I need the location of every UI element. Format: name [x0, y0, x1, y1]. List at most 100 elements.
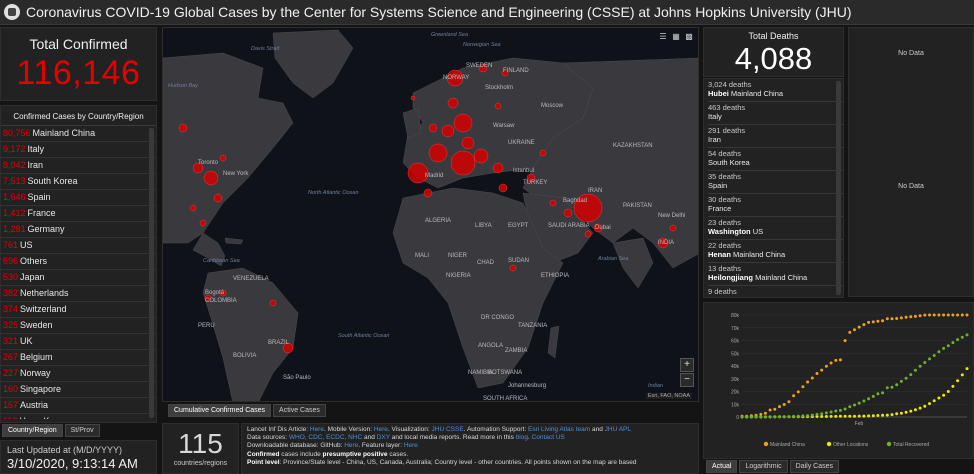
- chart-y-tick-label: 60k: [731, 339, 740, 345]
- country-list-item[interactable]: 382 Netherlands: [1, 286, 156, 302]
- info-text: . Visualization:: [387, 426, 432, 433]
- info-bold: Confirmed: [247, 450, 280, 458]
- country-list-item[interactable]: 696 Others: [1, 254, 156, 270]
- deaths-list-item[interactable]: 35 deaths Spain: [708, 171, 843, 194]
- map-attribution: Esri, FAO, NOAA: [645, 393, 692, 399]
- lancet-link[interactable]: Here: [310, 426, 324, 433]
- death-place-region: Iran: [708, 134, 721, 144]
- country-list-item[interactable]: 267 Belgium: [1, 350, 156, 366]
- deaths-list-item[interactable]: 30 deaths France: [708, 194, 843, 217]
- mobile-link[interactable]: Here: [374, 426, 388, 433]
- tab-daily-cases[interactable]: Daily Cases: [789, 460, 840, 473]
- chart-point-total-recovered: [759, 415, 763, 419]
- basemap-grid-icon[interactable]: ▩: [684, 32, 694, 42]
- zoom-out-button[interactable]: −: [680, 373, 694, 387]
- chart-legend-marker: [763, 441, 769, 447]
- country-list-panel: Confirmed Cases by Country/Region 80,756…: [0, 105, 157, 423]
- last-updated-value: 3/10/2020, 9:13:14 AM: [7, 456, 138, 471]
- chart-point-mainland-china: [932, 313, 936, 317]
- deaths-list-item[interactable]: 13 deaths Heilongjiang Mainland China: [708, 263, 843, 286]
- chart-legend-marker: [886, 441, 892, 447]
- tab-active-cases[interactable]: Active Cases: [273, 404, 326, 417]
- deaths-list-item[interactable]: 23 deaths Washington US: [708, 217, 843, 240]
- chart-y-tick-label: 10k: [731, 402, 740, 408]
- country-list-item[interactable]: 321 UK: [1, 334, 156, 350]
- country-list-item[interactable]: 374 Switzerland: [1, 302, 156, 318]
- info-bold: Point level: [247, 458, 280, 466]
- country-name: US: [20, 240, 33, 250]
- tab-cumulative-confirmed[interactable]: Cumulative Confirmed Cases: [168, 404, 272, 417]
- chart-point-total-recovered: [787, 415, 791, 419]
- country-list-item[interactable]: 80,756 Mainland China: [1, 126, 156, 142]
- deaths-list-panel: 3,024 deaths Hubei Mainland China 463 deat…: [703, 78, 844, 309]
- chart-point-total-recovered: [932, 354, 936, 357]
- world-map[interactable]: Greenland Sea Norwegian Sea Davis Strait Hu…: [162, 27, 699, 402]
- contact-link[interactable]: Contact US: [532, 434, 565, 441]
- country-count: 8,042: [3, 160, 26, 170]
- country-list-item[interactable]: 530 Japan: [1, 270, 156, 286]
- info-text: Data sources:: [247, 434, 289, 442]
- chart-point-mainland-china: [843, 339, 847, 343]
- list-icon[interactable]: ☰: [658, 32, 668, 42]
- tab-state-province[interactable]: St/Prov: [64, 424, 100, 437]
- deaths-list-item[interactable]: 3,024 deaths Hubei Mainland China: [708, 79, 843, 102]
- country-list-item[interactable]: 1,412 France: [1, 206, 156, 222]
- jhu-apl-link[interactable]: JHU APL: [605, 426, 631, 433]
- jhu-csse-link[interactable]: JHU CSSE: [432, 426, 464, 433]
- country-list-item[interactable]: 8,042 Iran: [1, 158, 156, 174]
- chart-point-other-locations: [824, 415, 828, 418]
- country-list-item[interactable]: 157 Austria: [1, 398, 156, 414]
- chart-point-total-recovered: [754, 415, 758, 419]
- chart-point-mainland-china: [881, 319, 885, 323]
- chart-point-other-locations: [946, 390, 950, 393]
- deaths-list-scrollbar[interactable]: [836, 81, 841, 295]
- chart-point-total-recovered: [749, 415, 753, 419]
- country-list-item[interactable]: 227 Norway: [1, 366, 156, 382]
- map-label-new-delhi: New Delhi: [658, 213, 686, 219]
- map-label-sudan: SUDAN: [508, 258, 530, 264]
- chart-point-other-locations: [867, 414, 871, 418]
- info-line-2: Data sources: WHO, CDC, ECDC, NHC and DX…: [247, 434, 693, 442]
- deaths-list-item[interactable]: 463 deaths Italy: [708, 102, 843, 125]
- info-line-4: Confirmed cases include presumptive posi…: [247, 451, 693, 459]
- country-list-item[interactable]: 325 Sweden: [1, 318, 156, 334]
- deaths-list-item[interactable]: 291 deaths Iran: [708, 125, 843, 148]
- deaths-list-item[interactable]: 22 deaths Henan Mainland China: [708, 240, 843, 263]
- chart-point-total-recovered: [763, 415, 767, 419]
- chart-point-mainland-china: [768, 408, 772, 412]
- tab-logarithmic[interactable]: Logarithmic: [739, 460, 788, 473]
- country-list-item[interactable]: 7,513 South Korea: [1, 174, 156, 190]
- country-count: 7,513: [3, 176, 26, 186]
- feature-layer-link[interactable]: Here: [404, 442, 418, 449]
- chart-point-total-recovered: [853, 403, 856, 407]
- data-sources-link[interactable]: WHO, CDC, ECDC, NHC: [289, 434, 362, 441]
- country-list-scrollbar[interactable]: [149, 128, 154, 418]
- tab-actual[interactable]: Actual: [706, 460, 738, 473]
- deaths-list-item[interactable]: 54 deaths South Korea: [708, 148, 843, 171]
- layers-icon[interactable]: ▦: [671, 32, 681, 42]
- map-label-peru: PERU: [198, 323, 215, 329]
- chart-point-other-locations: [918, 406, 922, 410]
- chart-point-mainland-china: [815, 372, 819, 375]
- country-name: UK: [20, 336, 33, 346]
- country-list-item[interactable]: 9,172 Italy: [1, 142, 156, 158]
- map-controls: ☰ ▦ ▩: [655, 32, 694, 42]
- country-name: Mainland China: [32, 128, 96, 138]
- chart-point-mainland-china: [778, 405, 781, 409]
- zoom-in-button[interactable]: +: [680, 358, 694, 372]
- country-list-item[interactable]: 160 Singapore: [1, 382, 156, 398]
- country-list-item[interactable]: 1,281 Germany: [1, 222, 156, 238]
- chart-point-total-recovered: [857, 401, 861, 405]
- chart-point-mainland-china: [848, 330, 852, 334]
- country-list-item[interactable]: 1,646 Spain: [1, 190, 156, 206]
- dxy-link[interactable]: DXY: [377, 434, 390, 441]
- country-count-value: 115: [178, 428, 223, 459]
- esri-link[interactable]: Esri Living Atlas team: [528, 426, 590, 433]
- country-list-item[interactable]: 118Hong Kong: [1, 414, 156, 419]
- chart-point-total-recovered: [843, 407, 847, 411]
- info-text: and: [362, 434, 377, 442]
- github-link[interactable]: Here: [344, 442, 358, 449]
- blog-link[interactable]: blog: [516, 434, 528, 441]
- tab-country-region[interactable]: Country/Region: [2, 424, 63, 437]
- country-list-item[interactable]: 761 US: [1, 238, 156, 254]
